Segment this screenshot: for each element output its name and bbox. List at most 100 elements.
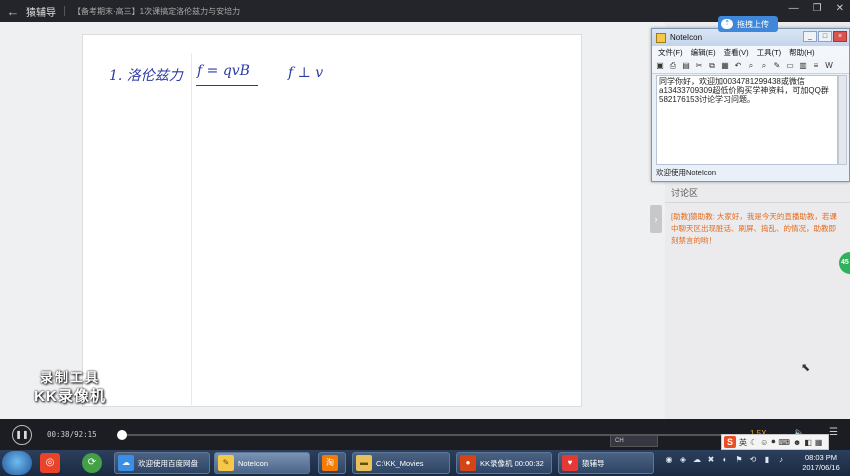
course-title: 【备考期末·高三】1次课搞定洛伦兹力与安培力 [73,6,241,16]
app-title: 猿辅导 [26,7,56,19]
whiteboard: 1. 洛伦兹力 f = qvB f ⊥ v [82,34,582,407]
handwriting-formula: f = qvB [197,63,250,79]
note-icon[interactable]: ▭ [785,61,795,71]
menu-tools[interactable]: 工具(T) [757,47,782,58]
noteicon-close-icon[interactable]: × [833,31,847,42]
task-label: NoteIcon [238,458,269,468]
noteicon-maximize-icon[interactable]: □ [818,31,832,42]
discussion-header: 讨论区 [665,183,850,203]
menu-edit[interactable]: 编辑(E) [691,47,716,58]
assistant-message: [助教]猿助教: 大家好，我是今天的直播助教，若课中聊天区出现脏话、刷屏、捣乱、… [671,212,837,245]
kk-recorder-icon: ● [460,455,476,471]
yuanfudao-icon: ♥ [562,455,578,471]
start-button[interactable] [2,451,32,475]
cut-icon[interactable]: ✂ [694,61,704,71]
ime-mode-label[interactable]: 英 [739,437,747,448]
panel-collapse-arrow-icon[interactable]: › [650,205,662,233]
ime-shirt-icon[interactable]: ◧ [804,438,812,447]
language-selector[interactable]: CH [610,435,658,447]
app-icon-pinned-1[interactable]: ◎ [40,453,60,473]
tray-chat-icon[interactable]: ◉ [664,455,674,465]
paste-icon[interactable]: ▦ [720,61,730,71]
task-taobao[interactable]: 淘 [318,452,346,474]
clock-time: 08:03 PM [804,453,838,462]
handwriting-note: f ⊥ v [288,65,324,81]
print-icon[interactable]: ⎙ [668,61,678,71]
clock-date: 2017/06/16 [802,463,840,472]
close-icon[interactable]: ✕ [836,3,844,14]
app-icon-pinned-2[interactable]: ⟳ [82,453,102,473]
progress-thumb[interactable] [117,430,128,440]
copy-icon[interactable]: ⧉ [707,61,717,71]
tray-volume-icon[interactable]: ♪ [776,455,786,465]
mouse-cursor-icon: ⬉ [801,362,811,374]
drag-upload-button[interactable]: ⇡ 拖拽上传 [718,16,778,32]
find-icon[interactable]: ⌕ [746,61,756,71]
list-icon[interactable]: ≡ [811,61,821,71]
cloud-upload-icon: ⇡ [721,19,733,29]
tray-flag-icon[interactable]: ⚑ [734,455,744,465]
pause-icon[interactable]: ❚❚ [12,425,32,445]
window-controls: — ❐ ✕ [789,3,844,14]
tray-security-icon[interactable]: ✖ [706,455,716,465]
tray-network-icon[interactable]: ▮ [762,455,772,465]
system-tray: ◉ ◈ ☁ ✖ ◐ ⚑ ⟲ ▮ ♪ [664,455,786,465]
ime-user-icon[interactable]: ☻ [793,438,801,447]
task-noteicon[interactable]: ✎ NoteIcon [214,452,310,474]
tray-cloud-icon[interactable]: ☁ [692,455,702,465]
tray-sync-icon[interactable]: ⟲ [748,455,758,465]
taobao-icon: 淘 [322,455,338,471]
back-arrow-icon[interactable]: ← [0,4,26,19]
preview-icon[interactable]: ▤ [681,61,691,71]
ime-smile-icon[interactable]: ☺ [760,438,768,447]
menu-file[interactable]: 文件(F) [658,47,683,58]
drag-upload-label: 拖拽上传 [737,19,769,29]
baidu-netdisk-icon: ☁ [118,455,134,471]
board-guide-line [191,53,192,405]
restore-icon[interactable]: ❐ [813,3,822,14]
title-separator [64,6,65,16]
tray-antivirus-icon[interactable]: ◈ [678,455,688,465]
menu-view[interactable]: 查看(V) [724,47,749,58]
task-yuanfudao[interactable]: ♥ 猿辅导 [558,452,654,474]
windows-taskbar: ◎ ⟳ ☁ 欢迎使用百度网盘 ✎ NoteIcon 淘 ▬ C:\KK_Movi… [0,450,850,476]
ime-grid-icon[interactable]: ▦ [815,438,823,447]
noteicon-minimize-icon[interactable]: _ [803,31,817,42]
noteicon-window-controls: _ □ × [803,31,847,42]
ime-keyboard-icon[interactable]: ⌨ [778,438,790,447]
task-label: 猿辅导 [582,458,605,468]
menu-help[interactable]: 帮助(H) [789,47,814,58]
task-baidu-netdisk[interactable]: ☁ 欢迎使用百度网盘 [114,452,210,474]
noteicon-title: NoteIcon [670,33,703,42]
minimize-icon[interactable]: — [789,3,799,14]
insert-icon[interactable]: ▥ [798,61,808,71]
ime-moon-icon[interactable]: ☾ [750,438,757,447]
word-wrap-icon[interactable]: W [824,61,834,71]
formula-underline [196,85,258,86]
task-label: C:\KK_Movies [376,458,424,468]
edit-icon[interactable]: ✎ [772,61,782,71]
noteicon-menu-bar: 文件(F) 编辑(E) 查看(V) 工具(T) 帮助(H) [652,46,849,59]
tray-ime-icon[interactable]: ◐ [720,455,730,465]
noteicon-scrollbar[interactable] [838,75,847,165]
noteicon-icon: ✎ [218,455,234,471]
task-kk-movies-folder[interactable]: ▬ C:\KK_Movies [352,452,450,474]
watermark-line2: KK录像机 [34,388,106,405]
task-label: 欢迎使用百度网盘 [138,458,198,468]
system-clock[interactable]: 08:03 PM 2017/06/16 [793,453,849,473]
watermark-line1: 录制工具 [39,370,100,385]
playlist-icon[interactable]: ☰ [829,427,838,438]
folder-icon: ▬ [356,455,372,471]
ime-mic-icon[interactable]: ⏺ [771,437,775,447]
task-kk-recorder[interactable]: ● KK录像机 00:00:32 [456,452,552,474]
ime-toolbar: S 英 ☾ ☺ ⏺ ⌨ ☻ ◧ ▦ [721,434,829,450]
find-next-icon[interactable]: ⌕ [759,61,769,71]
undo-icon[interactable]: ↶ [733,61,743,71]
task-label: KK录像机 00:00:32 [480,458,544,468]
sogou-ime-icon[interactable]: S [724,436,736,448]
noteicon-app-icon [656,32,666,43]
noteicon-window[interactable]: NoteIcon _ □ × 文件(F) 编辑(E) 查看(V) 工具(T) 帮… [651,28,850,182]
save-icon[interactable]: ▣ [655,61,665,71]
lesson-stage: 1. 洛伦兹力 f = qvB f ⊥ v 录制工具 KK录像机 [0,22,665,419]
noteicon-text-area[interactable]: 同学你好，欢迎加0034781299438或微信a13433709309超低价购… [656,75,838,165]
